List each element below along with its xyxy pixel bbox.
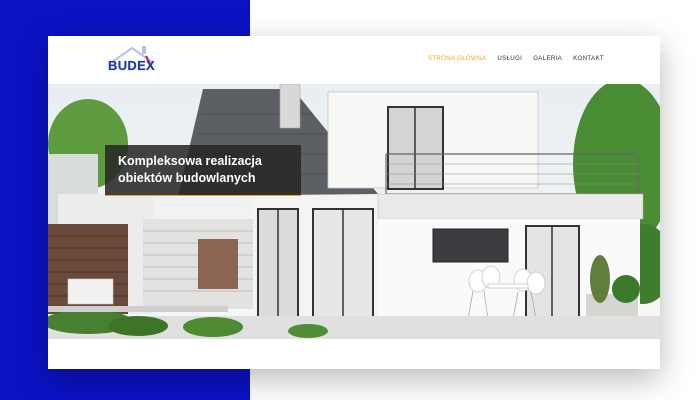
- logo-text: BUDEX: [108, 58, 156, 73]
- nav-item-contact[interactable]: KONTAKT: [573, 55, 604, 62]
- page-bottom-strip: [48, 339, 660, 369]
- main-navigation: STRONA GŁÓWNA USŁUGI GALERIA KONTAKT: [428, 55, 604, 62]
- hero-house-image: [48, 84, 660, 339]
- nav-item-services[interactable]: USŁUGI: [497, 55, 522, 62]
- nav-item-gallery[interactable]: GALERIA: [533, 55, 562, 62]
- hero-caption-box: Kompleksowa realizacja obiektów budowlan…: [105, 145, 301, 196]
- website-preview: BUDEX STRONA GŁÓWNA USŁUGI GALERIA KONTA…: [48, 36, 660, 369]
- nav-item-home[interactable]: STRONA GŁÓWNA: [428, 55, 487, 62]
- site-header: BUDEX STRONA GŁÓWNA USŁUGI GALERIA KONTA…: [48, 36, 660, 84]
- hero-title: Kompleksowa realizacja obiektów budowlan…: [118, 154, 262, 185]
- hero-banner: Kompleksowa realizacja obiektów budowlan…: [48, 84, 660, 339]
- budex-logo[interactable]: BUDEX: [106, 42, 162, 76]
